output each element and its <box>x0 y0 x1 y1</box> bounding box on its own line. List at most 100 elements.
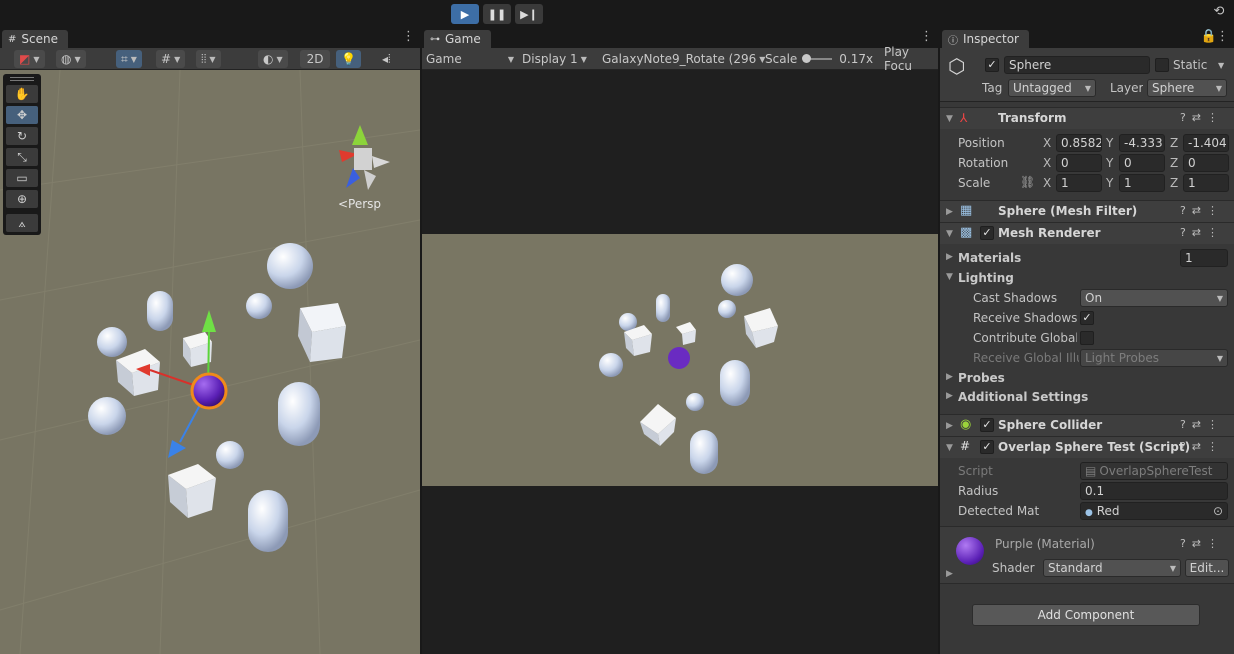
sphere-collider-header[interactable]: ▶ ◉ ✓ Sphere Collider ?⇄⋮ <box>940 414 1234 436</box>
game-menu-icon[interactable]: ⋮ <box>920 29 933 44</box>
draw-mode-dropdown[interactable]: ◩ ▼ <box>14 50 45 68</box>
object-name-field[interactable]: Sphere <box>1004 56 1150 74</box>
fold-icon[interactable]: ▼ <box>946 272 953 282</box>
receive-shadows-label: Receive Shadows <box>973 311 1078 325</box>
scale-slider[interactable]: Scale 0.17x <box>765 50 873 68</box>
tab-inspector[interactable]: ⓘ Inspector <box>942 30 1029 48</box>
scale-y-field[interactable]: 1 <box>1119 174 1165 192</box>
link-icon[interactable]: ⛓ <box>1020 175 1035 189</box>
increment-snap-dropdown[interactable]: ⦙⦙ ▼ <box>196 50 221 68</box>
component-actions[interactable]: ?⇄⋮ <box>1180 204 1224 217</box>
sphere-collider-enabled[interactable]: ✓ <box>980 418 994 432</box>
shader-dropdown[interactable]: Standard ▼ <box>1043 559 1181 577</box>
radius-field[interactable]: 0.1 <box>1080 482 1228 500</box>
rotation-z-field[interactable]: 0 <box>1183 154 1229 172</box>
component-actions[interactable]: ?⇄⋮ <box>1180 418 1224 431</box>
lock-icon[interactable]: 🔒 <box>1201 29 1217 44</box>
shader-edit-button[interactable]: Edit... <box>1185 559 1229 577</box>
mesh-renderer-header[interactable]: ▼ ▩ ✓ Mesh Renderer ?⇄⋮ <box>940 222 1234 244</box>
step-icon: ▶❙ <box>520 7 538 21</box>
layer-dropdown[interactable]: Sphere ▼ <box>1147 79 1227 97</box>
scale-slider-thumb[interactable] <box>802 54 812 63</box>
scale-slider-track[interactable] <box>802 54 833 63</box>
grid-snap-dropdown[interactable]: # ▼ <box>156 50 186 68</box>
mesh-filter-icon: ▦ <box>960 203 973 218</box>
cast-shadows-dropdown[interactable]: On ▼ <box>1080 289 1228 307</box>
inspector-tabbar: ⓘ Inspector 🔒 ⋮ <box>940 28 1234 48</box>
mesh-filter-header[interactable]: ▶ ▦ Sphere (Mesh Filter) ?⇄⋮ <box>940 200 1234 222</box>
object-picker-icon[interactable]: ⊙ <box>1213 504 1223 518</box>
fold-icon[interactable]: ▶ <box>946 569 953 579</box>
game-mode-label: Game <box>426 52 462 66</box>
scale-icon: ⤡ <box>17 149 27 164</box>
play-button[interactable]: ▶ <box>451 4 479 24</box>
scale-x-field[interactable]: 1 <box>1056 174 1102 192</box>
mesh-renderer-enabled[interactable]: ✓ <box>980 226 994 240</box>
tab-scene[interactable]: # Scene <box>2 30 68 48</box>
custom-tool-button[interactable]: ⟑ <box>6 214 38 232</box>
add-component-button[interactable]: Add Component <box>972 604 1200 626</box>
fold-icon[interactable]: ▶ <box>946 372 953 382</box>
persp-toggle[interactable]: <Persp <box>338 197 381 211</box>
resolution-dropdown[interactable]: GalaxyNote9_Rotate (296 ▼ <box>602 50 765 68</box>
transform-header[interactable]: ▼ ⅄ Transform ?⇄⋮ <box>940 107 1234 129</box>
position-y-field[interactable]: -4.333 <box>1119 134 1165 152</box>
step-button[interactable]: ▶❙ <box>515 4 543 24</box>
contribute-gi-checkbox[interactable] <box>1080 331 1094 345</box>
scale-x-label: X <box>1043 176 1052 190</box>
orientation-dropdown[interactable]: ◍ ▼ <box>56 50 86 68</box>
static-dropdown-icon[interactable]: ▼ <box>1218 61 1224 70</box>
position-x-field[interactable]: 0.8582 <box>1056 134 1102 152</box>
overlap-script-enabled[interactable]: ✓ <box>980 440 994 454</box>
static-label: Static <box>1173 58 1208 72</box>
static-checkbox[interactable] <box>1155 58 1169 72</box>
detected-mat-field[interactable]: ● Red ⊙ <box>1080 502 1228 520</box>
tools-grip[interactable] <box>10 77 34 81</box>
receive-gi-dropdown: Light Probes ▼ <box>1080 349 1228 367</box>
tag-dropdown[interactable]: Untagged ▼ <box>1008 79 1096 97</box>
active-checkbox[interactable]: ✓ <box>985 58 999 72</box>
audio-toggle[interactable]: ◂⦙ <box>382 50 391 68</box>
mesh-renderer-icon: ▩ <box>960 225 973 240</box>
move-tool-button[interactable]: ✥ <box>6 106 38 124</box>
scale-z-field[interactable]: 1 <box>1183 174 1229 192</box>
position-z-field[interactable]: -1.404 <box>1183 134 1229 152</box>
overlap-script-header[interactable]: ▼ # ✓ Overlap Sphere Test (Script) ?⇄⋮ <box>940 436 1234 458</box>
component-actions[interactable]: ?⇄⋮ <box>1180 537 1224 550</box>
rotation-x-field[interactable]: 0 <box>1056 154 1102 172</box>
game-mode-dropdown[interactable]: Game ▼ <box>426 50 514 68</box>
fold-icon[interactable]: ▶ <box>946 391 953 401</box>
tab-game[interactable]: ⊶ Game <box>424 30 491 48</box>
transform-tool-button[interactable]: ⊕ <box>6 190 38 208</box>
scale-tool-button[interactable]: ⤡ <box>6 148 38 166</box>
component-actions[interactable]: ?⇄⋮ <box>1180 226 1224 239</box>
component-actions[interactable]: ?⇄⋮ <box>1180 440 1224 453</box>
shading-dropdown[interactable]: ◐ ▼ <box>258 50 288 68</box>
play-focused-dropdown[interactable]: Play Focu <box>884 45 938 73</box>
scene-toolbar: ◩ ▼ ◍ ▼ ⌗ ▼ # ▼ ⦙⦙ ▼ ◐ ▼ 2D 💡 ◂⦙ <box>0 48 420 70</box>
component-actions[interactable]: ?⇄⋮ <box>1180 111 1224 124</box>
inspector-menu-icon[interactable]: ⋮ <box>1216 29 1229 44</box>
fold-icon: ▼ <box>946 442 953 453</box>
game-viewport[interactable] <box>422 234 938 486</box>
rotate-tool-button[interactable]: ↻ <box>6 127 38 145</box>
rotation-y-field[interactable]: 0 <box>1119 154 1165 172</box>
hand-tool-button[interactable]: ✋ <box>6 85 38 103</box>
2d-toggle[interactable]: 2D <box>300 50 330 68</box>
rect-tool-button[interactable]: ▭ <box>6 169 38 187</box>
fold-icon[interactable]: ▶ <box>946 252 953 262</box>
2d-label: 2D <box>306 52 324 66</box>
pause-button[interactable]: ❚❚ <box>483 4 511 24</box>
audio-icon: ◂⦙ <box>382 51 391 66</box>
rotation-x-label: X <box>1043 156 1052 170</box>
scene-viewport[interactable]: ✋ ✥ ↻ ⤡ ▭ ⊕ ⟑ <Persp <box>0 70 420 654</box>
lighting-toggle[interactable]: 💡 <box>336 50 361 68</box>
orientation-gizmo[interactable] <box>339 125 390 190</box>
history-button[interactable]: ⟲ <box>1208 4 1230 24</box>
display-dropdown[interactable]: Display 1 ▼ <box>522 50 587 68</box>
materials-count-field[interactable]: 1 <box>1180 249 1228 267</box>
receive-shadows-checkbox[interactable]: ✓ <box>1080 311 1094 325</box>
gizmo-toggle[interactable]: ⌗ ▼ <box>116 50 142 68</box>
gizmo-icon: ⌗ <box>121 51 128 66</box>
scene-menu-icon[interactable]: ⋮ <box>402 29 415 44</box>
